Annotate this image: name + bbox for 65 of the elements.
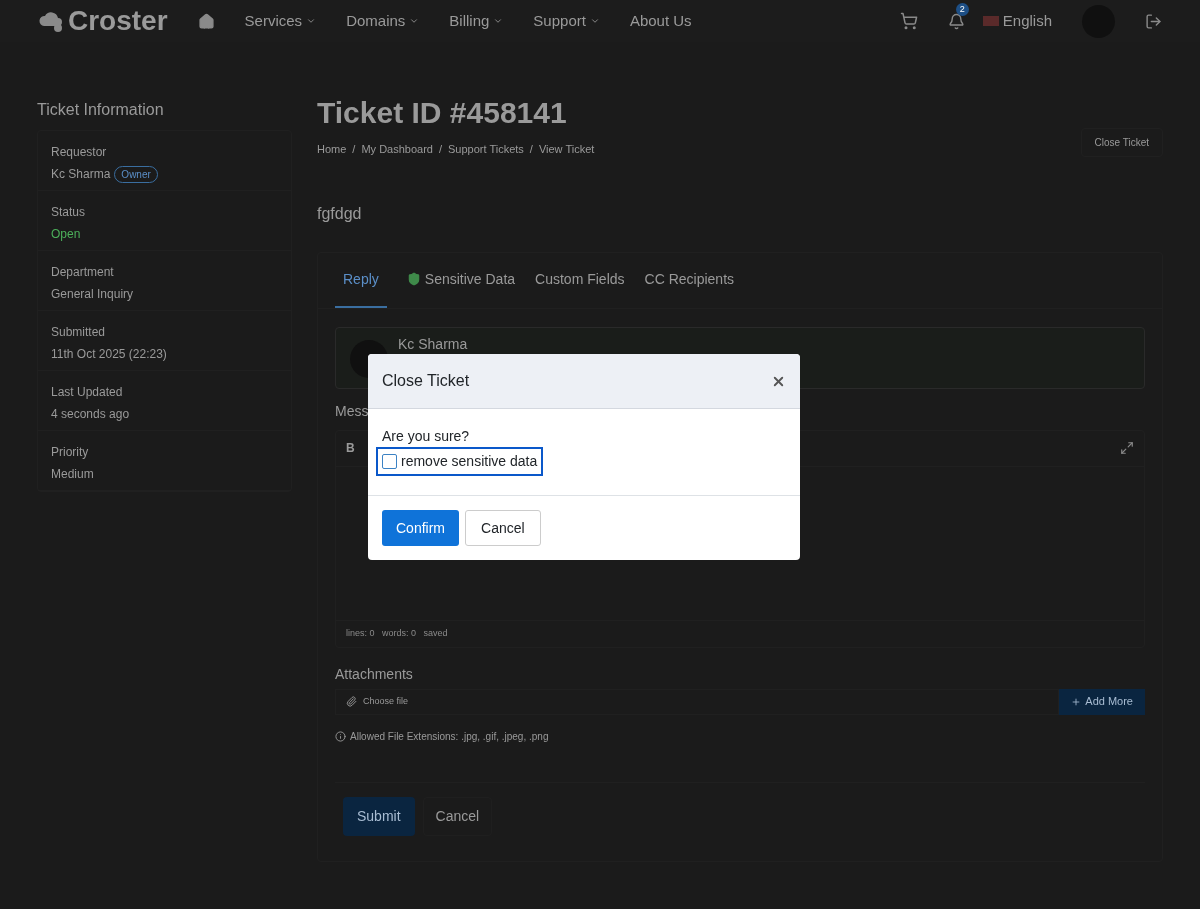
caret-icon	[493, 16, 504, 26]
nav-menu-item[interactable]: Billing	[449, 9, 504, 33]
fullscreen-icon[interactable]	[1120, 441, 1134, 455]
nav-menu-item[interactable]: About Us	[629, 9, 692, 33]
tab[interactable]: Reply	[335, 252, 387, 308]
field-value: Kc Sharma	[51, 166, 111, 183]
field-label: Last Updated	[51, 384, 124, 401]
paperclip-icon	[346, 696, 357, 707]
breadcrumb-separator: /	[352, 142, 356, 157]
add-more-button[interactable]: Add More	[1059, 688, 1145, 715]
cart-icon[interactable]	[899, 12, 918, 30]
attachments-label: Attachments	[335, 664, 414, 684]
logout-icon[interactable]	[1145, 12, 1162, 30]
field-value: Open	[51, 226, 81, 243]
author-name: Kc Sharma	[398, 334, 468, 354]
nav-menu-item[interactable]: Domains	[346, 9, 420, 33]
tab[interactable]: CC Recipients	[644, 252, 735, 308]
dialog-cancel-button[interactable]: Cancel	[465, 510, 541, 546]
logo-text[interactable]: Croster	[68, 0, 168, 42]
field-label: Department	[51, 264, 115, 281]
confirmation-question: Are you sure?	[382, 427, 471, 446]
field-value: 11th Oct 2025 (22:23)	[51, 346, 167, 363]
dialog-title: Close Ticket	[382, 371, 470, 391]
field-label: Status	[51, 204, 87, 221]
breadcrumb-link[interactable]: View Ticket	[538, 141, 595, 158]
bell-icon[interactable]	[947, 12, 965, 30]
caret-icon	[409, 16, 420, 26]
nav-menu-item[interactable]: Services	[244, 9, 317, 33]
confirm-button[interactable]: Confirm	[382, 510, 459, 546]
tab[interactable]: Custom Fields	[535, 252, 625, 308]
cancel-button[interactable]: Cancel	[422, 796, 493, 836]
file-placeholder: Choose file	[363, 694, 409, 708]
tab[interactable]: Sensitive Data	[406, 252, 516, 308]
language-selector[interactable]: English	[1002, 9, 1052, 33]
breadcrumb-separator: /	[529, 142, 533, 157]
allowed-extensions-note: Allowed File Extensions: .jpg, .gif, .jpeg, .png	[350, 729, 549, 744]
message-label: Mess	[335, 401, 370, 421]
caret-icon	[306, 16, 317, 26]
flag-icon	[982, 16, 999, 26]
remove-sensitive-data-checkbox[interactable]: remove sensitive data	[376, 447, 544, 476]
breadcrumb-link[interactable]: Home	[317, 141, 347, 158]
field-value: General Inquiry	[51, 286, 134, 303]
close-ticket-button[interactable]: Close Ticket	[1080, 128, 1163, 157]
submit-button[interactable]: Submit	[343, 796, 415, 836]
bold-button[interactable]: B	[346, 439, 355, 457]
sidebar-title: Ticket Information	[37, 100, 165, 120]
field-label: Submitted	[51, 324, 107, 341]
editor-status: lines: 0 words: 0 saved	[336, 620, 1144, 647]
shield-icon	[406, 272, 421, 286]
breadcrumb-separator: /	[438, 142, 442, 157]
home-icon[interactable]	[197, 12, 215, 30]
breadcrumb-link[interactable]: My Dashboard	[361, 141, 433, 158]
field-label: Requestor	[51, 144, 108, 161]
ticket-subject: fgfdgd	[317, 203, 363, 224]
ticket-title: Ticket ID #458141	[317, 98, 568, 128]
plus-icon	[1071, 696, 1082, 707]
file-input[interactable]: Choose file	[335, 688, 1060, 715]
breadcrumb-link[interactable]: Support Tickets	[448, 141, 524, 158]
field-value: Medium	[51, 466, 94, 483]
info-icon	[335, 730, 346, 742]
notification-count: 2	[955, 2, 969, 16]
field-label: Priority	[51, 444, 90, 461]
caret-icon	[589, 16, 600, 26]
nav-menu-item[interactable]: Support	[533, 9, 600, 33]
field-value: 4 seconds ago	[51, 406, 130, 423]
